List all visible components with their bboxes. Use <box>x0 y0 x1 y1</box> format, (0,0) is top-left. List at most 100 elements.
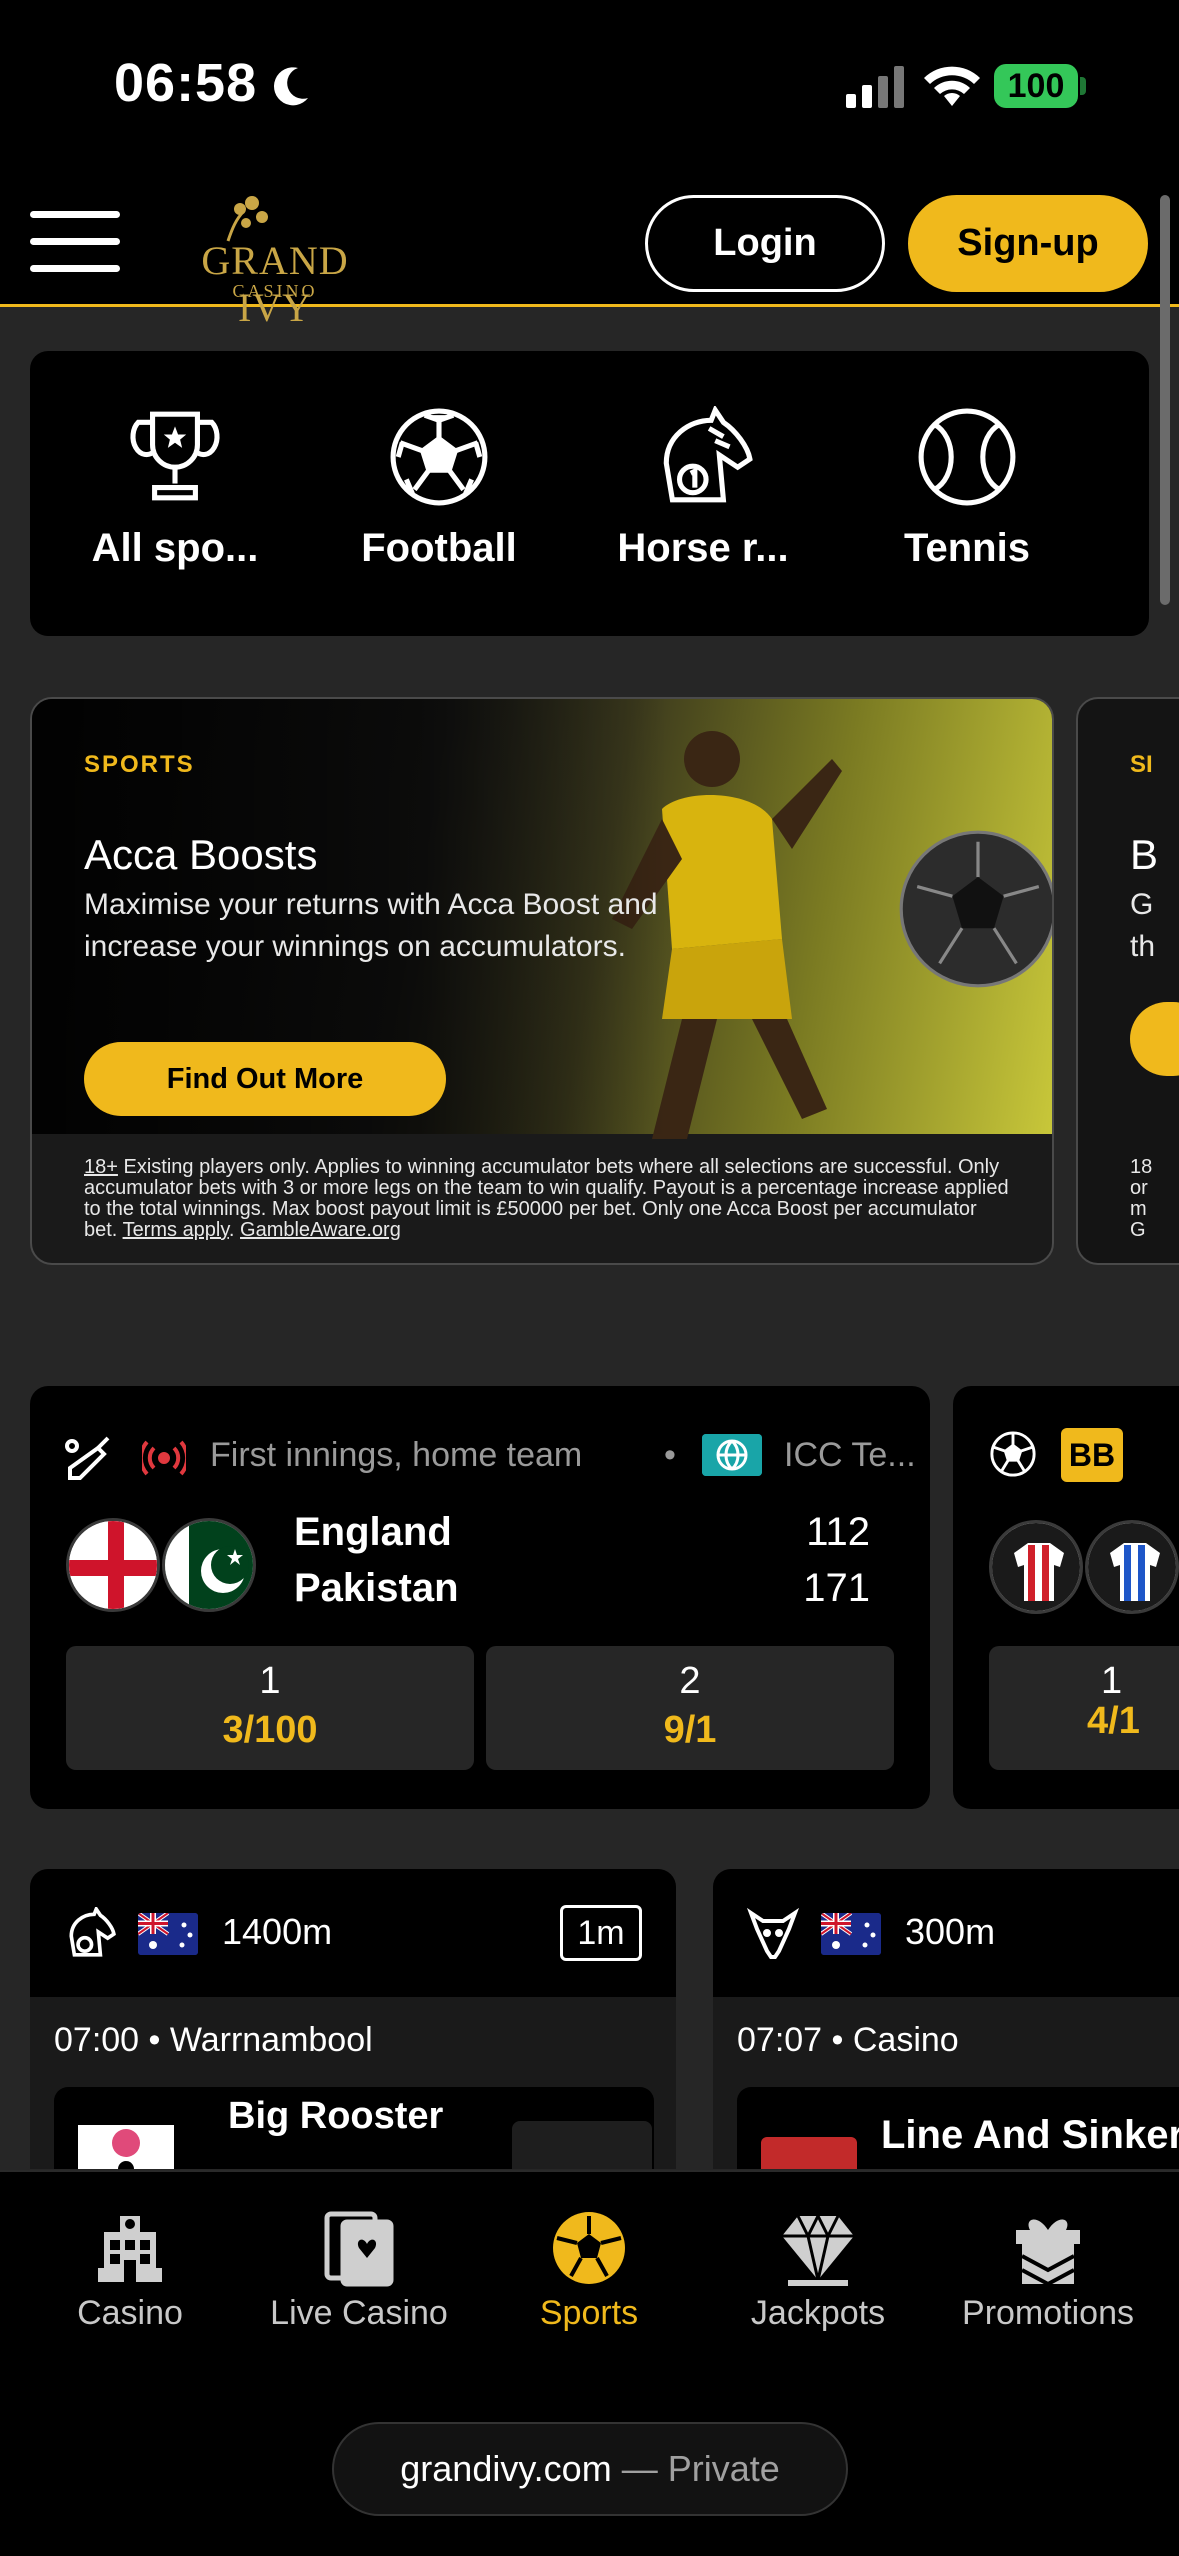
team-away-score: 171 <box>803 1566 870 1610</box>
hamburger-menu-icon[interactable] <box>30 211 120 273</box>
battery-indicator: 100 <box>994 64 1078 108</box>
terms-apply-link[interactable]: Terms apply <box>123 1219 229 1241</box>
match-card-football[interactable]: BB 1 4/1 <box>953 1386 1179 1809</box>
promo-next-button[interactable] <box>1130 1002 1179 1076</box>
signal-icon <box>846 66 904 108</box>
browser-address-bar[interactable]: grandivy.com — Private <box>332 2422 848 2516</box>
private-mode-label: — Private <box>611 2448 780 2489</box>
promo-next-title: B <box>1130 831 1159 878</box>
tab-promotions[interactable]: Promotions <box>938 2208 1158 2333</box>
jockey-silks-icon <box>78 2125 174 2169</box>
find-out-more-button[interactable]: Find Out More <box>84 1042 446 1116</box>
greyhound-icon <box>746 1907 800 1959</box>
race-countdown-badge: 1m <box>560 1905 642 1961</box>
race-time-venue: 07:00 • Warrnambool <box>54 2021 373 2059</box>
promo-title: Acca Boosts <box>84 831 318 878</box>
odds-value: 4/1 <box>1087 1700 1140 1742</box>
race-card-casino[interactable]: 300m 07:07 • Casino Line And Sinker <box>713 1869 1179 2169</box>
horse-racing-icon <box>69 1907 116 1957</box>
tab-sports[interactable]: Sports <box>479 2208 699 2333</box>
bottom-navigation: Casino Live Casino Sports Jackpots Promo… <box>0 2170 1179 2556</box>
login-button[interactable]: Login <box>645 195 885 292</box>
sport-categories: All spo... Football Horse r... Tennis <box>30 351 1149 636</box>
team-away-name: Pakistan <box>294 1566 459 1610</box>
runner-name: Big Rooster <box>228 2095 444 2137</box>
wifi-icon <box>924 66 980 106</box>
soccer-ball-illustration <box>899 830 1052 988</box>
runner-row[interactable]: Big Rooster <box>54 2087 654 2169</box>
battery-nub <box>1080 77 1086 95</box>
promo-banner-acca-boosts[interactable]: SPORTS Acca Boosts Maximise your returns… <box>30 697 1054 1265</box>
gambleaware-link[interactable]: GambleAware.org <box>240 1219 401 1241</box>
away-kit-icon <box>1085 1520 1179 1614</box>
sports-ball-icon <box>553 2212 625 2284</box>
tab-label: Promotions <box>962 2294 1134 2332</box>
runner-name: Line And Sinker <box>881 2113 1179 2157</box>
category-football[interactable]: Football <box>334 406 544 571</box>
race-distance: 1400m <box>222 1911 333 1952</box>
tennis-ball-icon <box>918 408 1016 506</box>
diamond-icon <box>782 2212 854 2286</box>
category-label: Horse r... <box>617 526 789 570</box>
trophy-icon <box>130 411 220 501</box>
promo-next-description: G th <box>1130 888 1156 963</box>
trap-colour-icon <box>761 2137 857 2169</box>
status-bar: 06:58 100 <box>0 0 1179 175</box>
match-card-england-pakistan[interactable]: First innings, home team • ICC Te... Eng… <box>30 1386 930 1809</box>
odds-value: 9/1 <box>663 1709 717 1751</box>
football-icon <box>990 1431 1036 1477</box>
odds-label: 2 <box>679 1660 701 1702</box>
tab-live-casino[interactable]: Live Casino <box>249 2208 469 2333</box>
australia-flag-icon <box>138 1913 198 1955</box>
promo-tag: SPORTS <box>84 751 195 778</box>
category-tennis[interactable]: Tennis <box>862 406 1072 571</box>
match-header: First innings, home team • ICC Te... <box>64 1428 916 1488</box>
race-header: 300m <box>713 1869 1179 1997</box>
tab-casino[interactable]: Casino <box>20 2208 240 2333</box>
runner-odds-button[interactable] <box>512 2121 652 2169</box>
tab-label: Jackpots <box>750 2294 886 2332</box>
odds-label: 1 <box>1101 1660 1123 1702</box>
separator-dot: • <box>664 1436 676 1474</box>
race-distance: 300m <box>905 1911 996 1952</box>
runner-row[interactable]: Line And Sinker <box>737 2087 1179 2169</box>
category-label: Football <box>361 526 517 570</box>
url-host: grandivy.com <box>400 2448 612 2489</box>
cards-icon <box>324 2211 394 2287</box>
site-header: GRAND IVY CASINO Login Sign-up <box>0 175 1179 330</box>
status-time: 06:58 <box>114 53 258 113</box>
tab-jackpots[interactable]: Jackpots <box>708 2208 928 2333</box>
football-icon <box>390 408 488 506</box>
odds-label: 1 <box>259 1660 281 1702</box>
grand-ivy-logo[interactable]: GRAND IVY CASINO <box>170 195 380 330</box>
competition-name: ICC Te... <box>784 1436 916 1474</box>
odds-button-home[interactable]: 1 4/1 <box>989 1646 1179 1770</box>
logo-subtitle: CASINO <box>232 281 318 301</box>
odds-button-home[interactable]: 1 3/100 <box>66 1646 474 1770</box>
category-label: Tennis <box>904 526 1030 570</box>
gift-icon <box>1016 2219 1080 2287</box>
tab-label: Casino <box>77 2294 183 2332</box>
signup-button[interactable]: Sign-up <box>908 195 1148 292</box>
age-restriction-link[interactable]: 18+ <box>84 1156 118 1178</box>
category-label: All spo... <box>91 526 259 570</box>
promo-next-terms: 18 or m G <box>1130 1156 1153 1241</box>
australia-flag-icon <box>821 1913 881 1955</box>
promo-banner-next[interactable]: SI B G th 18 or m G <box>1076 697 1179 1265</box>
tab-label: Sports <box>539 2294 639 2332</box>
team-home-score: 112 <box>806 1510 870 1554</box>
team-home-name: England <box>294 1510 452 1554</box>
category-all-sports[interactable]: All spo... <box>70 406 280 571</box>
odds-button-away[interactable]: 2 9/1 <box>486 1646 894 1770</box>
globe-icon <box>702 1434 762 1476</box>
home-kit-icon <box>989 1520 1083 1614</box>
race-time-venue: 07:07 • Casino <box>737 2021 959 2059</box>
moon-icon <box>274 67 308 106</box>
england-flag-icon <box>66 1518 160 1612</box>
page-scrollbar[interactable] <box>1160 195 1170 605</box>
tab-label: Live Casino <box>270 2294 448 2332</box>
category-horse-racing[interactable]: Horse r... <box>598 406 808 571</box>
live-broadcast-icon <box>142 1440 186 1476</box>
casino-building-icon <box>98 2216 162 2282</box>
race-card-warrnambool[interactable]: 1400m 1m 07:00 • Warrnambool Big Rooster <box>30 1869 676 2169</box>
